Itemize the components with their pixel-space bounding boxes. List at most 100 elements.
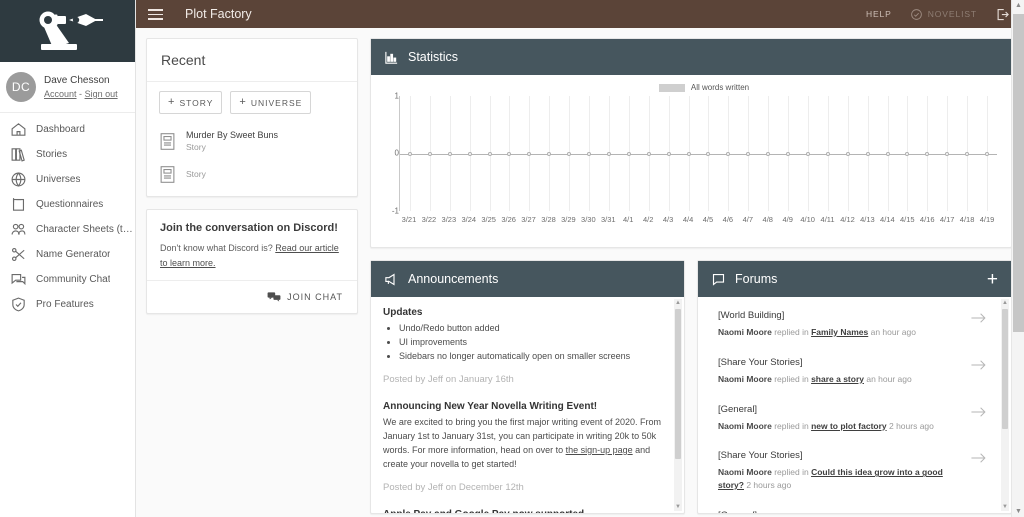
chart-data-point[interactable] [507,152,511,156]
sidebar-item-name-generator[interactable]: Name Generator [0,242,135,267]
chart-data-point[interactable] [866,152,870,156]
announcements-scrollbar[interactable]: ▲ ▼ [674,299,682,511]
recent-quick-actions: + STORY + UNIVERSE [147,82,357,123]
sidebar-item-questionnaires[interactable]: Questionnaires [0,192,135,217]
forum-thread-link[interactable]: new to plot factory [811,421,887,431]
forum-user: Naomi Moore [718,467,772,477]
logout-icon[interactable] [995,7,1010,22]
sidebar-item-pro-features[interactable]: Pro Features [0,292,135,317]
megaphone-icon [384,272,399,287]
chart-data-point[interactable] [905,152,909,156]
chart-data-point[interactable] [488,152,492,156]
sidebar-item-character-sheets[interactable]: Character Sheets (templat... [0,217,135,242]
list-item[interactable]: Story [147,159,357,190]
chart-data-point[interactable] [886,152,890,156]
add-story-button[interactable]: + STORY [159,91,222,114]
x-tick: 4/16 [920,215,935,224]
announcement-post: Apple Pay and Google Pay now supported I… [383,509,668,513]
plan-badge[interactable]: NOVELIST [910,8,977,21]
hamburger-icon[interactable] [148,8,163,20]
scrollbar-thumb[interactable] [1002,309,1008,429]
chart-data-point[interactable] [667,152,671,156]
chart-data-point[interactable] [925,152,929,156]
list-item[interactable]: [Share Your Stories] Naomi Moore replied… [708,441,995,501]
account-link[interactable]: Account [44,89,77,99]
legend-label: All words written [691,83,749,92]
x-tick: 4/1 [623,215,633,224]
chart-data-point[interactable] [428,152,432,156]
forum-time: an hour ago [868,327,916,337]
chart-data-point[interactable] [527,152,531,156]
bar-chart-icon [384,50,399,65]
chart-data-point[interactable] [846,152,850,156]
page-scrollbar[interactable]: ▲ ▼ [1011,0,1024,517]
forum-user: Naomi Moore [718,327,772,337]
scroll-down-icon[interactable]: ▼ [674,503,682,511]
sidebar-item-universes[interactable]: Universes [0,167,135,192]
sidebar-item-community-chat[interactable]: Community Chat [0,267,135,292]
list-item[interactable]: [Share Your Stories] Naomi Moore replied… [708,348,995,395]
x-tick: 4/4 [683,215,693,224]
scroll-up-icon[interactable]: ▲ [674,299,682,307]
legend-swatch [659,84,685,92]
scissors-icon [10,246,27,263]
scrollbar-thumb[interactable] [675,309,681,459]
list-item[interactable]: [World Building] Naomi Moore replied in … [708,301,995,348]
chart-data-point[interactable] [746,152,750,156]
chart-data-point[interactable] [726,152,730,156]
help-link[interactable]: HELP [866,9,892,19]
forum-thread-link[interactable]: share a story [811,374,864,384]
signout-link[interactable]: Sign out [85,89,118,99]
app-logo[interactable] [0,0,135,62]
page-title: Plot Factory [185,7,252,21]
chart-data-point[interactable] [806,152,810,156]
sidebar-label: Questionnaires [36,199,103,210]
chart-data-point[interactable] [786,152,790,156]
chart-data-point[interactable] [985,152,989,156]
post-heading: Apple Pay and Google Pay now supported [383,509,668,513]
check-badge-icon [910,8,923,21]
arrow-right-icon[interactable] [970,451,987,465]
chart-data-point[interactable] [567,152,571,156]
list-item[interactable]: Murder By Sweet Buns Story [147,123,357,159]
chart-data-point[interactable] [547,152,551,156]
page-scroll-down-icon[interactable]: ▼ [1012,508,1024,515]
list-item[interactable]: [General] Naomi Moore replied in new to … [708,395,995,442]
sidebar-item-stories[interactable]: Stories [0,142,135,167]
announcement-post: Updates Undo/Redo button added UI improv… [383,307,668,385]
page-scrollbar-thumb[interactable] [1013,14,1024,332]
list-item[interactable]: [General] [708,501,995,513]
chart-data-point[interactable] [468,152,472,156]
announcements-card: Announcements Updates Undo/Redo button a… [370,260,685,514]
arrow-right-icon[interactable] [970,511,987,513]
arrow-right-icon[interactable] [970,311,987,325]
page-scroll-up-icon[interactable]: ▲ [1012,2,1024,9]
post-heading: Updates [383,307,668,318]
chart-data-point[interactable] [587,152,591,156]
chart-data-point[interactable] [945,152,949,156]
forums-scroll-area: [World Building] Naomi Moore replied in … [698,297,1011,513]
add-universe-button[interactable]: + UNIVERSE [230,91,311,114]
add-forum-post-button[interactable]: + [987,270,998,289]
sidebar-item-dashboard[interactable]: Dashboard [0,117,135,142]
arrow-right-icon[interactable] [970,405,987,419]
signup-page-link[interactable]: the sign-up page [566,445,633,455]
arrow-right-icon[interactable] [970,358,987,372]
chart-data-point[interactable] [706,152,710,156]
chart-data-point[interactable] [687,152,691,156]
join-chat-button[interactable]: JOIN CHAT [263,288,347,306]
forum-thread-link[interactable]: Family Names [811,327,868,337]
scroll-down-icon[interactable]: ▼ [1001,503,1009,511]
chart-data-point[interactable] [826,152,830,156]
chart-data-point[interactable] [627,152,631,156]
chart-data-point[interactable] [647,152,651,156]
chart-data-point[interactable] [408,152,412,156]
scroll-up-icon[interactable]: ▲ [1001,299,1009,307]
chart-data-point[interactable] [448,152,452,156]
sidebar-label: Universes [36,174,80,185]
x-tick: 4/14 [880,215,895,224]
chart-data-point[interactable] [965,152,969,156]
forums-scrollbar[interactable]: ▲ ▼ [1001,299,1009,511]
chart-data-point[interactable] [766,152,770,156]
chart-data-point[interactable] [607,152,611,156]
